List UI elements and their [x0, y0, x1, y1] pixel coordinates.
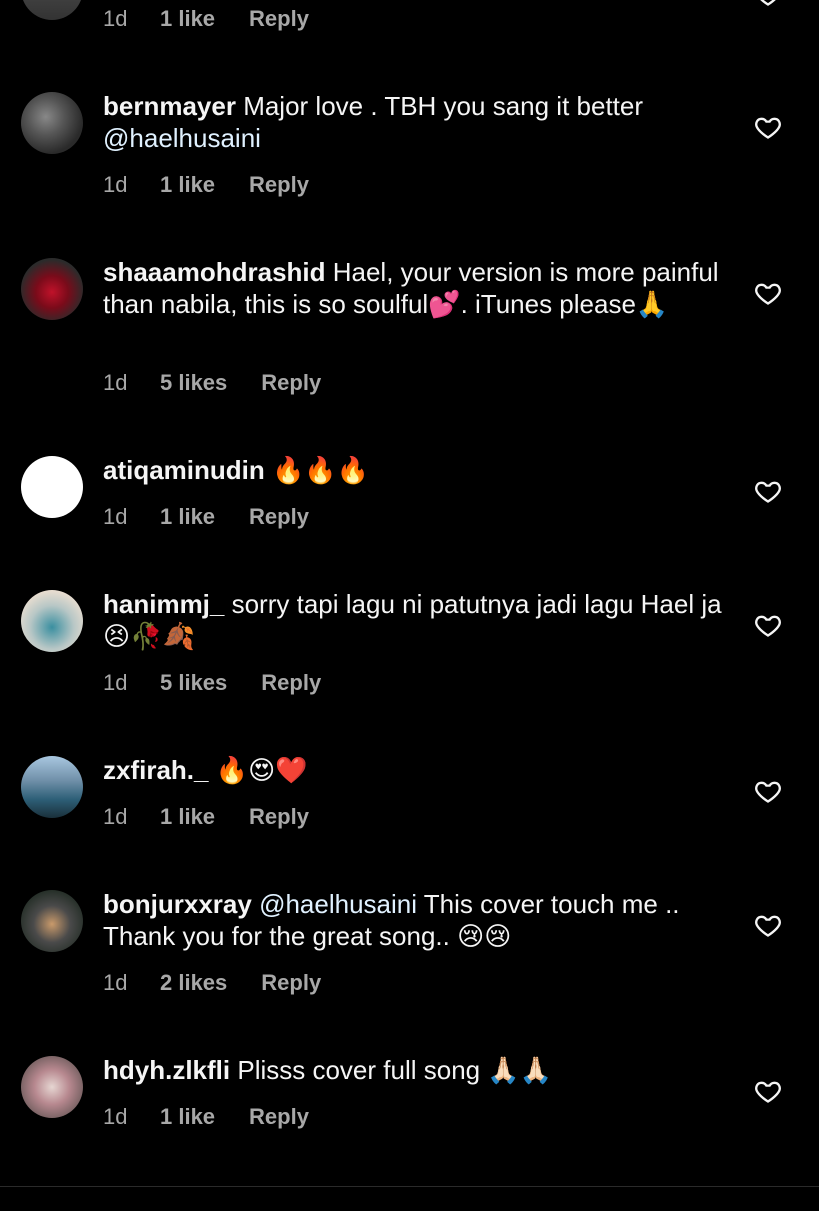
reply-button[interactable]: Reply: [249, 6, 309, 32]
comment-time: 1d: [103, 172, 128, 197]
avatar[interactable]: [21, 756, 83, 818]
comment-body: Plisss cover full song 🙏🏻🙏🏻: [230, 1055, 553, 1085]
heart-outline-icon[interactable]: [754, 777, 782, 805]
heart-outline-icon[interactable]: [754, 0, 782, 8]
comment-time: 1d: [103, 6, 128, 31]
comment-username[interactable]: hdyh.zlkfli: [103, 1055, 230, 1085]
bottom-divider: [0, 1186, 819, 1187]
comment-text: atiqaminudin 🔥🔥🔥: [103, 454, 723, 486]
comment-meta: 1d 5 likes Reply: [103, 370, 321, 396]
avatar[interactable]: [21, 890, 83, 952]
comment-text: zxfirah._ 🔥😍❤️: [103, 754, 723, 786]
heart-outline-icon[interactable]: [754, 279, 782, 307]
reply-button[interactable]: Reply: [249, 1104, 309, 1130]
heart-outline-icon[interactable]: [754, 1077, 782, 1105]
avatar[interactable]: [21, 258, 83, 320]
comment-likes[interactable]: 5 likes: [160, 370, 227, 396]
comment-body: 🔥😍❤️: [208, 755, 308, 785]
comment-body: 🔥🔥🔥: [264, 455, 370, 485]
comment-meta: 1d 1 like Reply: [103, 804, 309, 830]
comment-likes[interactable]: 5 likes: [160, 670, 227, 696]
heart-outline-icon[interactable]: [754, 611, 782, 639]
avatar[interactable]: [21, 456, 83, 518]
comment-username[interactable]: atiqaminudin: [103, 455, 265, 485]
reply-button[interactable]: Reply: [249, 504, 309, 530]
comment-mention[interactable]: @haelhusaini: [103, 123, 261, 153]
heart-outline-icon[interactable]: [754, 477, 782, 505]
comment-meta: 1d 1 like Reply: [103, 6, 309, 32]
comment-likes[interactable]: 1 like: [160, 172, 215, 198]
avatar[interactable]: [21, 0, 83, 20]
comment-body-lead: [252, 889, 259, 919]
reply-button[interactable]: Reply: [261, 370, 321, 396]
comment-text: shaaamohdrashid Hael, your version is mo…: [103, 256, 723, 320]
comment-username[interactable]: shaaamohdrashid: [103, 257, 326, 287]
reply-button[interactable]: Reply: [249, 804, 309, 830]
reply-button[interactable]: Reply: [261, 970, 321, 996]
comment-username[interactable]: zxfirah._: [103, 755, 209, 785]
comment-body: Major love . TBH you sang it better: [235, 91, 644, 121]
comment-likes[interactable]: 1 like: [160, 6, 215, 32]
comment-likes[interactable]: 1 like: [160, 1104, 215, 1130]
comment-likes[interactable]: 2 likes: [160, 970, 227, 996]
heart-outline-icon[interactable]: [754, 113, 782, 141]
avatar[interactable]: [21, 1056, 83, 1118]
comment-text: hanimmj_ sorry tapi lagu ni patutnya jad…: [103, 588, 723, 652]
comment-username[interactable]: hanimmj_: [103, 589, 224, 619]
comment-meta: 1d 1 like Reply: [103, 504, 309, 530]
avatar[interactable]: [21, 590, 83, 652]
comment-time: 1d: [103, 370, 128, 395]
comment-time: 1d: [103, 1104, 128, 1129]
reply-button[interactable]: Reply: [249, 172, 309, 198]
comment-likes[interactable]: 1 like: [160, 804, 215, 830]
comment-text: bonjurxxray @haelhusaini This cover touc…: [103, 888, 723, 952]
comment-time: 1d: [103, 804, 128, 829]
avatar[interactable]: [21, 92, 83, 154]
comment-meta: 1d 1 like Reply: [103, 1104, 309, 1130]
comment-username[interactable]: bonjurxxray: [103, 889, 252, 919]
comment-mention[interactable]: @haelhusaini: [259, 889, 417, 919]
comment-time: 1d: [103, 504, 128, 529]
comment-likes[interactable]: 1 like: [160, 504, 215, 530]
comment-time: 1d: [103, 970, 128, 995]
comment-text: hdyh.zlkfli Plisss cover full song 🙏🏻🙏🏻: [103, 1054, 723, 1086]
comment-meta: 1d 1 like Reply: [103, 172, 309, 198]
heart-outline-icon[interactable]: [754, 911, 782, 939]
comment-time: 1d: [103, 670, 128, 695]
comment-meta: 1d 2 likes Reply: [103, 970, 321, 996]
comment-meta: 1d 5 likes Reply: [103, 670, 321, 696]
comment-username[interactable]: bernmayer: [103, 91, 236, 121]
reply-button[interactable]: Reply: [261, 670, 321, 696]
comment-text: bernmayer Major love . TBH you sang it b…: [103, 90, 723, 154]
